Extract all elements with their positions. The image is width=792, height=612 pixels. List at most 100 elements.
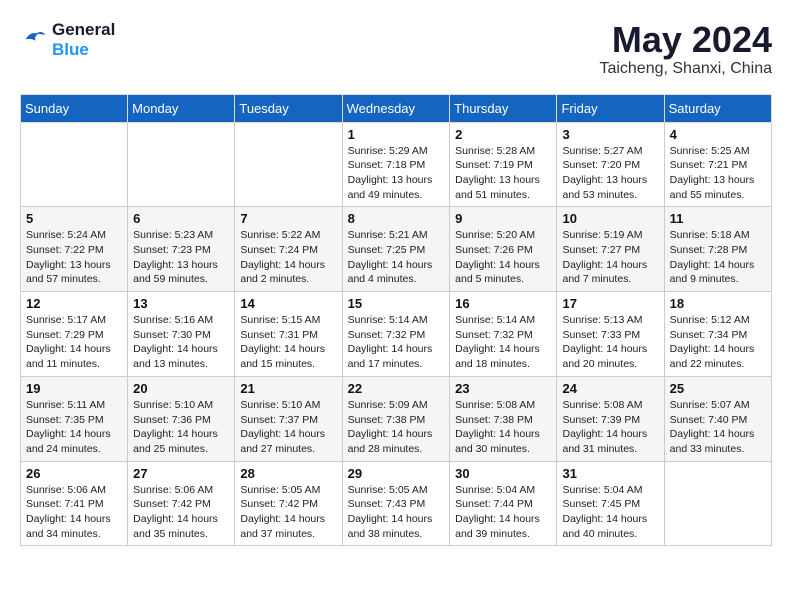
day-info: Sunrise: 5:27 AMSunset: 7:20 PMDaylight:…	[562, 144, 658, 203]
calendar-cell: 9 Sunrise: 5:20 AMSunset: 7:26 PMDaylight…	[450, 207, 557, 292]
day-info: Sunrise: 5:16 AMSunset: 7:30 PMDaylight:…	[133, 313, 229, 372]
calendar-body: 1Sunrise: 5:29 AMSunset: 7:18 PMDaylight…	[21, 122, 772, 546]
day-info: Sunrise: 5:05 AMSunset: 7:43 PMDaylight:…	[348, 483, 445, 542]
calendar-cell: 27 Sunrise: 5:06 AMSunset: 7:42 PMDayligh…	[128, 461, 235, 546]
day-number: 29	[348, 466, 445, 481]
day-info: Sunrise: 5:14 AMSunset: 7:32 PMDaylight:…	[455, 313, 551, 372]
calendar-cell: 30Sunrise: 5:04 AMSunset: 7:44 PMDayligh…	[450, 461, 557, 546]
calendar-cell: 28 Sunrise: 5:05 AMSunset: 7:42 PMDayligh…	[235, 461, 342, 546]
calendar-cell: 11Sunrise: 5:18 AMSunset: 7:28 PMDayligh…	[664, 207, 771, 292]
week-row-4: 19 Sunrise: 5:11 AMSunset: 7:35 PMDayligh…	[21, 376, 772, 461]
day-info: Sunrise: 5:23 AMSunset: 7:23 PMDaylight:…	[133, 228, 229, 287]
day-info: Sunrise: 5:12 AMSunset: 7:34 PMDaylight:…	[670, 313, 766, 372]
day-info: Sunrise: 5:13 AMSunset: 7:33 PMDaylight:…	[562, 313, 658, 372]
calendar-cell: 15Sunrise: 5:14 AMSunset: 7:32 PMDayligh…	[342, 292, 450, 377]
calendar-cell	[21, 122, 128, 207]
calendar-cell: 10 Sunrise: 5:19 AMSunset: 7:27 PMDayligh…	[557, 207, 664, 292]
logo: General Blue	[20, 20, 115, 60]
day-info: Sunrise: 5:15 AMSunset: 7:31 PMDaylight:…	[240, 313, 336, 372]
day-number: 23	[455, 381, 551, 396]
day-info: Sunrise: 5:06 AMSunset: 7:42 PMDaylight:…	[133, 483, 229, 542]
calendar-cell: 18 Sunrise: 5:12 AMSunset: 7:34 PMDayligh…	[664, 292, 771, 377]
calendar-cell: 1Sunrise: 5:29 AMSunset: 7:18 PMDaylight…	[342, 122, 450, 207]
day-number: 27	[133, 466, 229, 481]
page-header: General Blue May 2024 Taicheng, Shanxi, …	[20, 20, 772, 78]
weekday-header-row: SundayMondayTuesdayWednesdayThursdayFrid…	[21, 94, 772, 122]
weekday-tuesday: Tuesday	[235, 94, 342, 122]
day-info: Sunrise: 5:04 AMSunset: 7:45 PMDaylight:…	[562, 483, 658, 542]
calendar-cell: 25 Sunrise: 5:07 AMSunset: 7:40 PMDayligh…	[664, 376, 771, 461]
day-number: 8	[348, 211, 445, 226]
day-info: Sunrise: 5:04 AMSunset: 7:44 PMDaylight:…	[455, 483, 551, 542]
calendar-cell: 31 Sunrise: 5:04 AMSunset: 7:45 PMDayligh…	[557, 461, 664, 546]
day-number: 6	[133, 211, 229, 226]
week-row-1: 1Sunrise: 5:29 AMSunset: 7:18 PMDaylight…	[21, 122, 772, 207]
day-number: 4	[670, 127, 766, 142]
title-block: May 2024 Taicheng, Shanxi, China	[599, 20, 772, 78]
calendar-cell	[664, 461, 771, 546]
calendar-cell: 24 Sunrise: 5:08 AMSunset: 7:39 PMDayligh…	[557, 376, 664, 461]
day-number: 18	[670, 296, 766, 311]
calendar-cell: 20 Sunrise: 5:10 AMSunset: 7:36 PMDayligh…	[128, 376, 235, 461]
calendar-cell: 2 Sunrise: 5:28 AMSunset: 7:19 PMDaylight…	[450, 122, 557, 207]
day-info: Sunrise: 5:07 AMSunset: 7:40 PMDaylight:…	[670, 398, 766, 457]
weekday-monday: Monday	[128, 94, 235, 122]
day-info: Sunrise: 5:21 AMSunset: 7:25 PMDaylight:…	[348, 228, 445, 287]
week-row-2: 5 Sunrise: 5:24 AMSunset: 7:22 PMDaylight…	[21, 207, 772, 292]
day-info: Sunrise: 5:06 AMSunset: 7:41 PMDaylight:…	[26, 483, 122, 542]
day-info: Sunrise: 5:25 AMSunset: 7:21 PMDaylight:…	[670, 144, 766, 203]
calendar-cell: 23Sunrise: 5:08 AMSunset: 7:38 PMDayligh…	[450, 376, 557, 461]
day-number: 7	[240, 211, 336, 226]
day-number: 10	[562, 211, 658, 226]
day-info: Sunrise: 5:11 AMSunset: 7:35 PMDaylight:…	[26, 398, 122, 457]
day-number: 5	[26, 211, 122, 226]
day-number: 11	[670, 211, 766, 226]
day-number: 26	[26, 466, 122, 481]
day-number: 31	[562, 466, 658, 481]
calendar-cell: 19 Sunrise: 5:11 AMSunset: 7:35 PMDayligh…	[21, 376, 128, 461]
calendar-cell: 29 Sunrise: 5:05 AMSunset: 7:43 PMDayligh…	[342, 461, 450, 546]
calendar-cell: 4 Sunrise: 5:25 AMSunset: 7:21 PMDaylight…	[664, 122, 771, 207]
day-number: 20	[133, 381, 229, 396]
day-info: Sunrise: 5:14 AMSunset: 7:32 PMDaylight:…	[348, 313, 445, 372]
calendar-cell: 14Sunrise: 5:15 AMSunset: 7:31 PMDayligh…	[235, 292, 342, 377]
day-number: 9	[455, 211, 551, 226]
day-number: 3	[562, 127, 658, 142]
calendar-cell: 5 Sunrise: 5:24 AMSunset: 7:22 PMDaylight…	[21, 207, 128, 292]
day-number: 22	[348, 381, 445, 396]
day-number: 2	[455, 127, 551, 142]
logo-text: General Blue	[52, 20, 115, 60]
weekday-thursday: Thursday	[450, 94, 557, 122]
day-info: Sunrise: 5:20 AMSunset: 7:26 PMDaylight:…	[455, 228, 551, 287]
week-row-3: 12 Sunrise: 5:17 AMSunset: 7:29 PMDayligh…	[21, 292, 772, 377]
day-info: Sunrise: 5:17 AMSunset: 7:29 PMDaylight:…	[26, 313, 122, 372]
calendar-cell: 8 Sunrise: 5:21 AMSunset: 7:25 PMDaylight…	[342, 207, 450, 292]
day-info: Sunrise: 5:08 AMSunset: 7:39 PMDaylight:…	[562, 398, 658, 457]
day-info: Sunrise: 5:28 AMSunset: 7:19 PMDaylight:…	[455, 144, 551, 203]
day-info: Sunrise: 5:19 AMSunset: 7:27 PMDaylight:…	[562, 228, 658, 287]
calendar-cell: 3 Sunrise: 5:27 AMSunset: 7:20 PMDaylight…	[557, 122, 664, 207]
day-info: Sunrise: 5:10 AMSunset: 7:36 PMDaylight:…	[133, 398, 229, 457]
day-number: 13	[133, 296, 229, 311]
calendar-cell: 17 Sunrise: 5:13 AMSunset: 7:33 PMDayligh…	[557, 292, 664, 377]
month-title: May 2024	[599, 20, 772, 60]
location: Taicheng, Shanxi, China	[599, 60, 772, 78]
day-info: Sunrise: 5:22 AMSunset: 7:24 PMDaylight:…	[240, 228, 336, 287]
calendar-cell: 21 Sunrise: 5:10 AMSunset: 7:37 PMDayligh…	[235, 376, 342, 461]
day-info: Sunrise: 5:10 AMSunset: 7:37 PMDaylight:…	[240, 398, 336, 457]
day-number: 19	[26, 381, 122, 396]
day-number: 21	[240, 381, 336, 396]
calendar-table: SundayMondayTuesdayWednesdayThursdayFrid…	[20, 94, 772, 547]
day-number: 28	[240, 466, 336, 481]
day-number: 24	[562, 381, 658, 396]
day-number: 17	[562, 296, 658, 311]
calendar-cell: 12 Sunrise: 5:17 AMSunset: 7:29 PMDayligh…	[21, 292, 128, 377]
day-number: 25	[670, 381, 766, 396]
calendar-cell: 6 Sunrise: 5:23 AMSunset: 7:23 PMDaylight…	[128, 207, 235, 292]
day-info: Sunrise: 5:05 AMSunset: 7:42 PMDaylight:…	[240, 483, 336, 542]
weekday-wednesday: Wednesday	[342, 94, 450, 122]
weekday-saturday: Saturday	[664, 94, 771, 122]
calendar-cell: 22Sunrise: 5:09 AMSunset: 7:38 PMDayligh…	[342, 376, 450, 461]
day-number: 12	[26, 296, 122, 311]
day-info: Sunrise: 5:24 AMSunset: 7:22 PMDaylight:…	[26, 228, 122, 287]
